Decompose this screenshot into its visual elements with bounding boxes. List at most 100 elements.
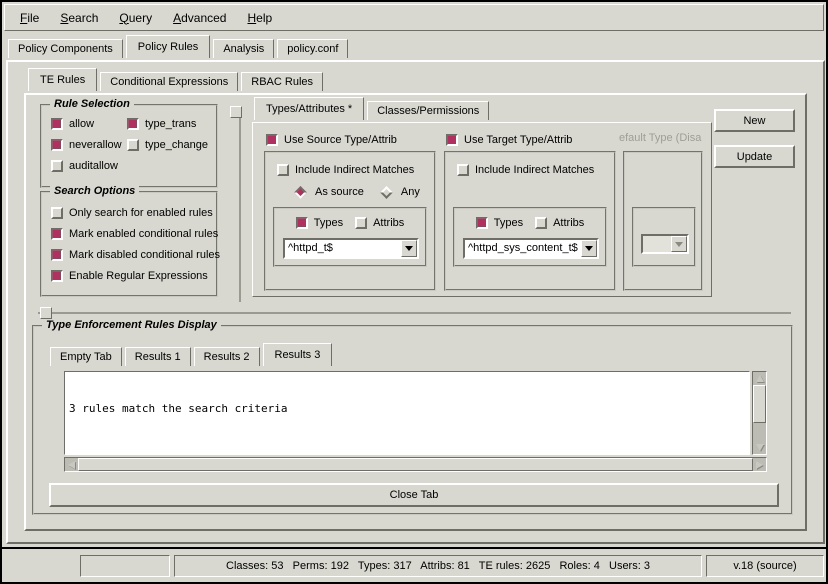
radio-unselected-icon [380, 186, 393, 199]
menu-advanced[interactable]: Advanced [164, 8, 235, 28]
rule-allow-checkbox[interactable]: allow [51, 117, 127, 131]
source-combo-dropdown-button[interactable] [401, 240, 417, 257]
checkbox-unchecked-icon [127, 139, 139, 151]
rule-neverallow-checkbox[interactable]: neverallow [51, 138, 127, 152]
tgt-attribs-label: Attribs [553, 217, 584, 229]
opt-mark-disabled-conditional-rules-checkbox[interactable]: Mark disabled conditional rules [51, 248, 220, 262]
src-any-label: Any [401, 186, 420, 198]
tgt-use-target-type-attrib-checkbox[interactable]: Use Target Type/Attrib [446, 133, 572, 147]
arrow-right-icon [756, 461, 763, 469]
statusbar-version: v.18 (source) [706, 555, 824, 577]
source-indirect: Include Indirect Matches [277, 163, 414, 177]
tab-results-3[interactable]: Results 3 [263, 343, 333, 366]
opt-only-search-for-enabled-rules-label: Only search for enabled rules [69, 207, 213, 219]
tab-policy-conf[interactable]: policy.conf [277, 39, 348, 58]
rule-type-trans-checkbox[interactable]: type_trans [127, 117, 216, 131]
opt-mark-enabled-conditional-rules-checkbox[interactable]: Mark enabled conditional rules [51, 227, 220, 241]
vertical-scrollbar[interactable] [752, 371, 767, 455]
horizontal-scrollbar-thumb[interactable] [78, 458, 753, 471]
checkbox-checked-icon [51, 249, 63, 261]
rule-allow-label: allow [69, 118, 94, 130]
src-types-checkbox[interactable]: Types [296, 216, 343, 230]
chevron-down-icon [675, 242, 683, 247]
target-combo-dropdown-button[interactable] [581, 240, 597, 257]
tab-policy-components[interactable]: Policy Components [8, 39, 123, 58]
use-target-type-attrib: Use Target Type/Attrib [446, 133, 572, 147]
source-type-combobox[interactable]: ^httpd_t$ [283, 238, 419, 259]
tgt-types-checkbox[interactable]: Types [476, 216, 523, 230]
menu-search[interactable]: Search [51, 8, 107, 28]
tab-te-rules[interactable]: TE Rules [28, 68, 97, 91]
tgt-include-indirect-matches-checkbox[interactable]: Include Indirect Matches [457, 163, 594, 177]
arrow-down-icon [756, 444, 764, 451]
rule-auditallow-checkbox[interactable]: auditallow [51, 159, 127, 173]
horizontal-scrollbar[interactable] [64, 457, 767, 472]
statusbar-stats: Classes: 53 Perms: 192 Types: 317 Attrib… [174, 555, 702, 577]
tab-analysis[interactable]: Analysis [213, 39, 274, 58]
rule-selection-group: Rule Selection allowtype_transneverallow… [40, 104, 218, 188]
chevron-down-icon [405, 246, 413, 251]
target-type-combobox[interactable]: ^httpd_sys_content_t$ [463, 238, 599, 259]
tab-conditional-expressions[interactable]: Conditional Expressions [100, 72, 238, 91]
arrow-up-icon [756, 375, 764, 382]
src-use-source-type-attrib-checkbox[interactable]: Use Source Type/Attrib [266, 133, 397, 147]
rule-neverallow-label: neverallow [69, 139, 122, 151]
source-radios: As source Any [294, 186, 420, 198]
tab-types-attributes[interactable]: Types/Attributes * [254, 97, 364, 120]
main-tab-row: Policy ComponentsPolicy RulesAnalysispol… [8, 35, 351, 58]
src-as-source-radio[interactable]: As source [294, 186, 364, 198]
menu-file[interactable]: File [11, 8, 48, 28]
opt-only-search-for-enabled-rules-checkbox[interactable]: Only search for enabled rules [51, 206, 220, 220]
new-button[interactable]: New [714, 109, 795, 132]
tgt-include-indirect-matches-label: Include Indirect Matches [475, 164, 594, 176]
opt-enable-regular-expressions-label: Enable Regular Expressions [69, 270, 208, 282]
src-any-radio[interactable]: Any [380, 186, 420, 198]
default-type-label: efault Type (Disa [619, 132, 701, 144]
vertical-sash-handle[interactable] [230, 106, 242, 118]
opt-enable-regular-expressions-checkbox[interactable]: Enable Regular Expressions [51, 269, 220, 283]
tab-policy-rules[interactable]: Policy Rules [126, 35, 211, 58]
source-types-box: Types Attribs ^httpd_t$ [273, 207, 427, 267]
target-type-combo-value: ^httpd_sys_content_t$ [465, 240, 581, 257]
tab-empty-tab[interactable]: Empty Tab [50, 347, 122, 366]
scroll-down-button[interactable] [753, 441, 766, 454]
checkbox-checked-icon [127, 118, 139, 130]
menu-help[interactable]: Help [238, 8, 281, 28]
tgt-use-target-type-attrib-label: Use Target Type/Attrib [464, 134, 572, 146]
horizontal-sash-handle[interactable] [40, 307, 52, 319]
rule-type-change-checkbox[interactable]: type_change [127, 138, 216, 152]
rule-selection-title: Rule Selection [50, 98, 134, 110]
checkbox-unchecked-icon [51, 207, 63, 219]
menu-query[interactable]: Query [110, 8, 161, 28]
results-tab-row: Empty TabResults 1Results 2Results 3 [50, 343, 335, 366]
vertical-scrollbar-trough[interactable] [753, 423, 766, 441]
statusbar-empty-panel [80, 555, 170, 577]
default-type-combo-value [643, 236, 671, 252]
src-as-source-label: As source [315, 186, 364, 198]
src-include-indirect-matches-checkbox[interactable]: Include Indirect Matches [277, 163, 414, 177]
results-text-area[interactable]: 3 rules match the search criteria (5822)… [64, 371, 750, 455]
tgt-attribs-checkbox[interactable]: Attribs [535, 216, 584, 230]
checkbox-unchecked-icon [51, 160, 63, 172]
tab-results-2[interactable]: Results 2 [194, 347, 260, 366]
checkbox-checked-icon [51, 118, 63, 130]
rule-auditallow-label: auditallow [69, 160, 118, 172]
checkbox-unchecked-icon [277, 164, 289, 176]
close-tab-button[interactable]: Close Tab [49, 483, 779, 507]
tab-results-1[interactable]: Results 1 [125, 347, 191, 366]
vertical-scrollbar-thumb[interactable] [753, 385, 766, 423]
target-type-box: Include Indirect Matches Types Attribs ^h… [444, 151, 616, 291]
src-attribs-label: Attribs [373, 217, 404, 229]
update-button[interactable]: Update [714, 145, 795, 168]
tab-classes-permissions[interactable]: Classes/Permissions [367, 101, 489, 120]
scroll-up-button[interactable] [753, 372, 766, 385]
default-combo-dropdown-button [671, 236, 687, 252]
tab-rbac-rules[interactable]: RBAC Rules [241, 72, 323, 91]
checkbox-checked-icon [51, 270, 63, 282]
scroll-right-button[interactable] [753, 458, 766, 471]
scroll-left-button[interactable] [65, 458, 78, 471]
opt-mark-disabled-conditional-rules-label: Mark disabled conditional rules [69, 249, 220, 261]
src-attribs-checkbox[interactable]: Attribs [355, 216, 404, 230]
checkbox-checked-icon [51, 228, 63, 240]
default-type-inner-box [632, 207, 696, 267]
